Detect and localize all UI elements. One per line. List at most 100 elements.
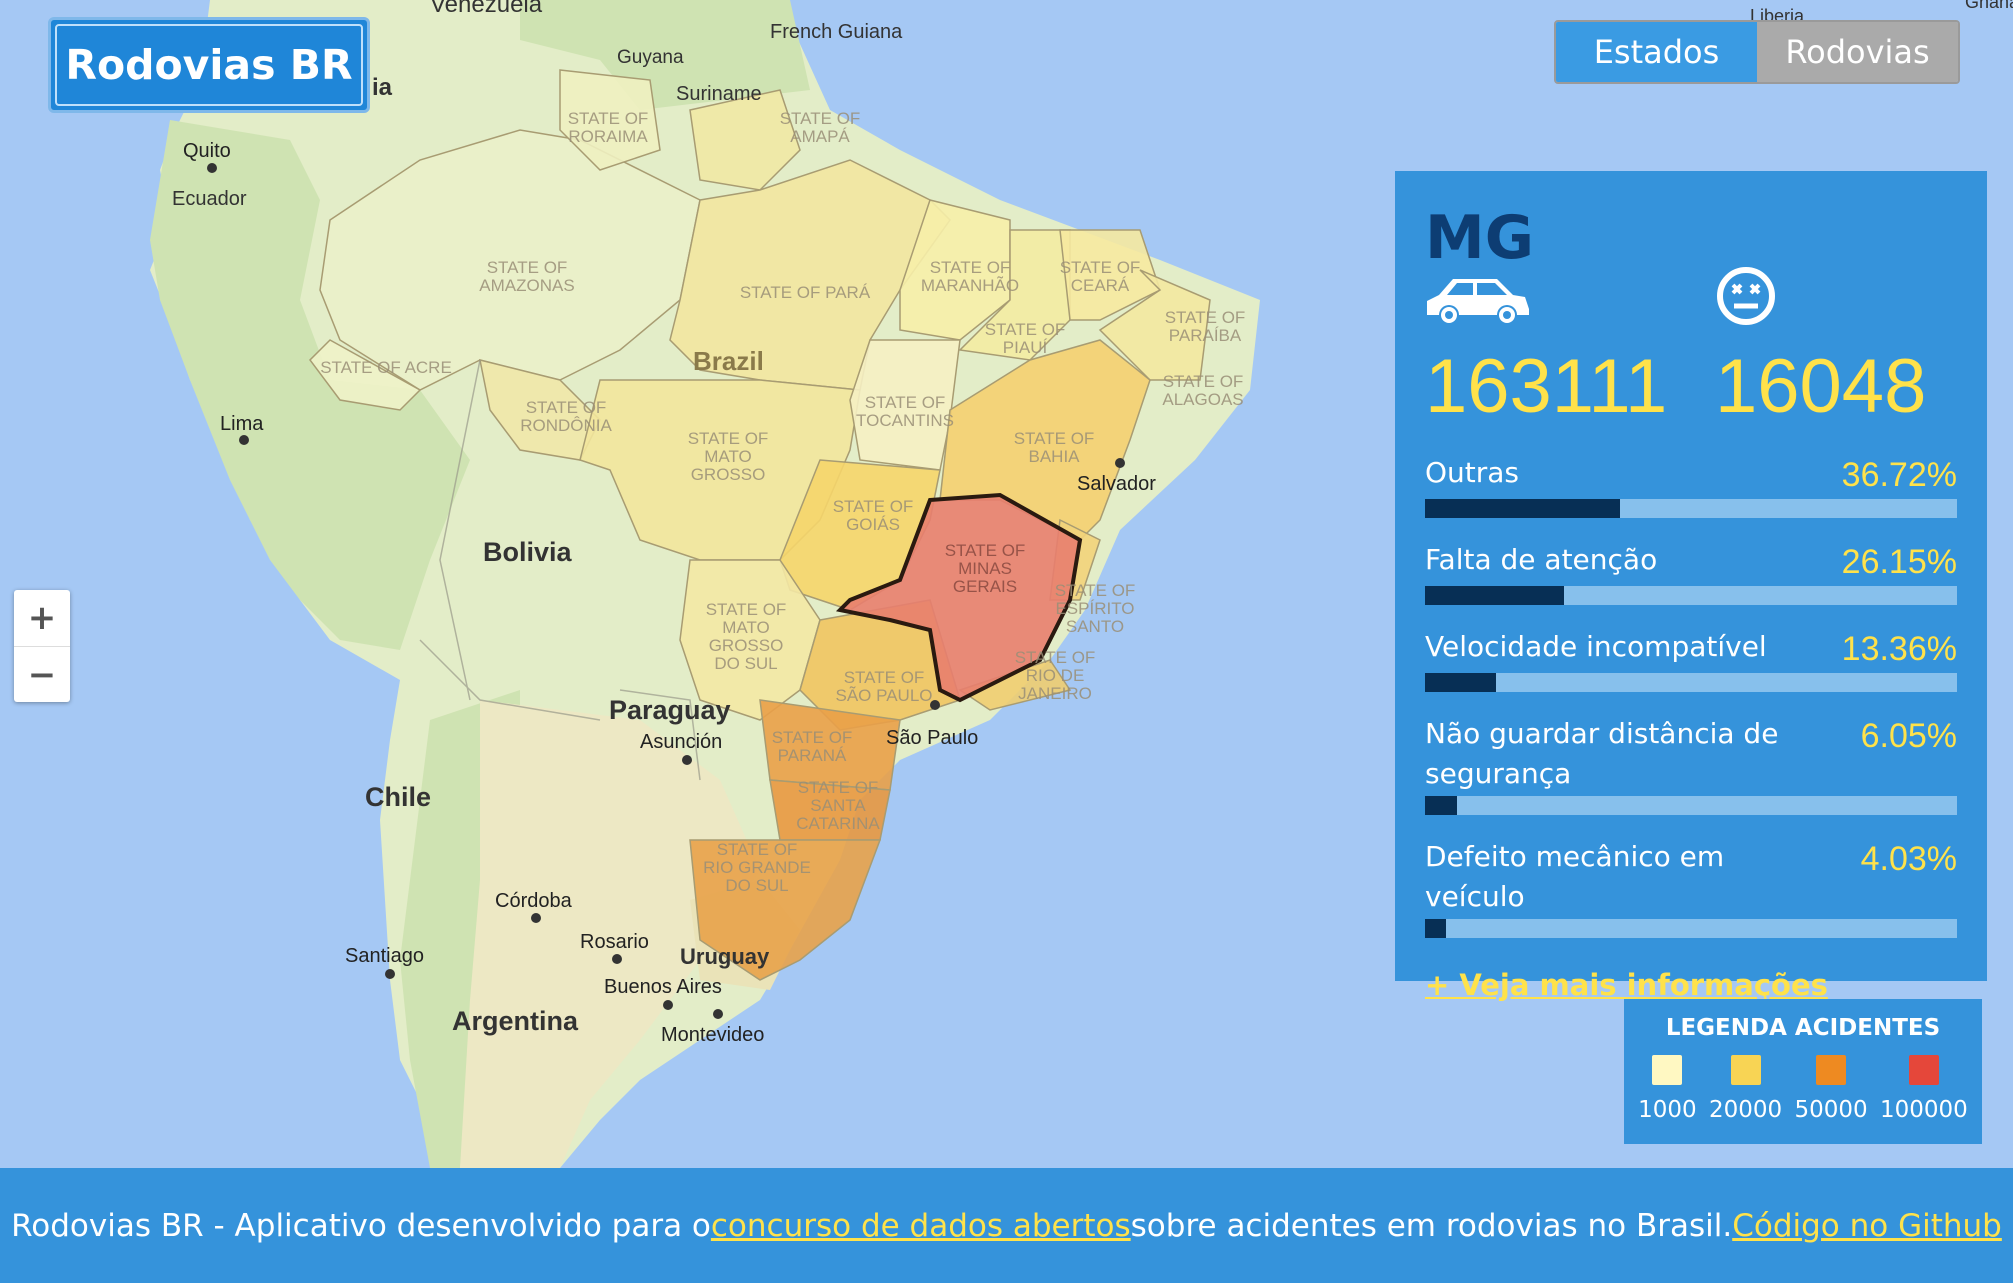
cause-label: Outras	[1425, 456, 1520, 489]
cause-item: Outras 36.72%	[1425, 453, 1957, 518]
cause-bar-fill	[1425, 586, 1565, 605]
city-label: Montevideo	[661, 1024, 764, 1046]
state-label: STATE OF AMAPÁ	[780, 109, 861, 146]
map-label: Bolivia	[483, 537, 573, 567]
legend-swatch	[1652, 1055, 1683, 1085]
footer-text: sobre acidentes em rodovias no Brasil.	[1130, 1207, 1733, 1244]
map-label: Suriname	[676, 83, 762, 105]
map-label: Chile	[365, 782, 431, 812]
legend-item: 1000	[1638, 1055, 1697, 1123]
city-label: São Paulo	[886, 727, 978, 749]
view-toggle: Estados Rodovias	[1554, 20, 1960, 84]
zoom-out-button[interactable]: −	[14, 647, 70, 703]
cause-label: Velocidade incompatível	[1425, 630, 1767, 663]
cause-label: Falta de atenção	[1425, 543, 1658, 576]
legend-swatch	[1908, 1055, 1939, 1085]
map-label: Argentina	[452, 1006, 579, 1036]
map-label: Guyana	[617, 47, 684, 68]
cause-label: Não guardar distância de segurança	[1425, 717, 1779, 790]
cause-item: Defeito mecânico em veículo 4.03%	[1425, 837, 1957, 938]
cause-percent: 26.15%	[1841, 543, 1957, 581]
app-logo-text: Rodovias BR	[55, 24, 363, 106]
tab-estados[interactable]: Estados	[1556, 22, 1757, 82]
city-label: Asunción	[640, 731, 722, 753]
accident-count: 163111	[1425, 344, 1668, 429]
legend-label: 50000	[1794, 1097, 1868, 1123]
state-label: STATE OF PARAÍBA	[1165, 308, 1246, 345]
city-label: Santiago	[345, 945, 424, 967]
city-label: Salvador	[1077, 473, 1156, 495]
cause-percent: 4.03%	[1860, 840, 1957, 878]
cause-item: Velocidade incompatível 13.36%	[1425, 627, 1957, 692]
state-label: STATE OF RONDÔNIA	[520, 398, 612, 435]
legend-item: 100000	[1880, 1055, 1968, 1123]
state-label: STATE OF ESPÍRITO SANTO	[1055, 581, 1136, 636]
legend-label: 20000	[1709, 1097, 1783, 1123]
legend-title: LEGENDA ACIDENTES	[1665, 1015, 1941, 1041]
legend-swatch	[1816, 1055, 1847, 1085]
city-label: Lima	[220, 413, 264, 435]
map-label: French Guiana	[770, 21, 903, 43]
footer-text: Rodovias BR - Aplicativo desenvolvido pa…	[11, 1207, 711, 1244]
map-label: Paraguay	[609, 695, 731, 725]
legend-label: 1000	[1638, 1097, 1697, 1123]
cause-bar	[1425, 796, 1957, 815]
cause-bar	[1425, 919, 1957, 938]
state-code: MG	[1425, 203, 1534, 273]
legend-item: 50000	[1795, 1055, 1868, 1123]
state-label: STATE OF RORAIMA	[568, 109, 649, 146]
stat-icons	[1425, 267, 1957, 343]
map-label: Ghana	[1965, 0, 2013, 12]
cause-item: Falta de atenção 26.15%	[1425, 540, 1957, 605]
zoom-control: + −	[14, 590, 70, 702]
map-label: Ecuador	[172, 188, 247, 210]
cause-percent: 36.72%	[1841, 456, 1957, 494]
cause-bar	[1425, 499, 1957, 518]
cause-bar-fill	[1425, 673, 1497, 692]
city-label: Rosario	[580, 931, 649, 953]
cause-bar	[1425, 586, 1957, 605]
map-label: ia	[372, 74, 393, 101]
state-label: STATE OF TOCANTINS	[856, 393, 954, 430]
state-label: STATE OF ACRE	[320, 358, 452, 377]
accident-legend: LEGENDA ACIDENTES 1000 20000 50000 10000…	[1624, 999, 1982, 1144]
footer: Rodovias BR - Aplicativo desenvolvido pa…	[0, 1168, 2013, 1283]
state-label: STATE OF PARANÁ	[772, 728, 853, 765]
city-label: Buenos Aires	[604, 976, 722, 998]
car-icon	[1427, 279, 1529, 323]
death-count: 16048	[1715, 344, 1927, 429]
legend-swatch	[1730, 1055, 1761, 1085]
state-label: STATE OF MARANHÃO	[921, 258, 1019, 295]
legend-label: 100000	[1879, 1097, 1968, 1123]
cause-bar	[1425, 673, 1957, 692]
github-link[interactable]: Código no Github	[1732, 1208, 2002, 1244]
cause-percent: 6.05%	[1860, 717, 1957, 755]
map-label: Uruguay	[680, 944, 770, 969]
cause-item: Não guardar distância de segurança 6.05%	[1425, 714, 1957, 815]
cause-percent: 13.36%	[1841, 630, 1957, 668]
state-label: STATE OF RIO DE JANEIRO	[1015, 648, 1096, 703]
state-label: STATE OF ALAGOAS	[1162, 372, 1243, 409]
map-label: Brazil	[693, 346, 764, 376]
dead-face-icon	[1717, 267, 1775, 325]
cause-bar-fill	[1425, 919, 1447, 938]
zoom-in-button[interactable]: +	[14, 590, 70, 647]
state-label: STATE OF AMAZONAS	[479, 258, 574, 295]
cause-bar-fill	[1425, 796, 1458, 815]
state-label: STATE OF SÃO PAULO	[836, 668, 933, 705]
stat-numbers: 163111 16048	[1425, 343, 1957, 453]
state-label: STATE OF PARÁ	[740, 283, 871, 302]
map-label: Venezuela	[430, 0, 543, 18]
state-info-panel: MG 163111 16048 Outras 36.72% Falta de a…	[1395, 171, 1987, 1002]
more-info-link[interactable]: + Veja mais informações	[1425, 968, 1828, 1002]
city-label: Córdoba	[495, 890, 573, 912]
contest-link[interactable]: concurso de dados abertos	[711, 1208, 1131, 1244]
cause-label: Defeito mecânico em veículo	[1425, 840, 1725, 913]
tab-rodovias[interactable]: Rodovias	[1757, 22, 1958, 82]
state-label: STATE OF CEARÁ	[1060, 258, 1141, 295]
app-logo[interactable]: Rodovias BR	[48, 17, 370, 113]
cause-bar-fill	[1425, 499, 1621, 518]
state-label: STATE OF MATO GROSSO DO SUL	[706, 600, 787, 673]
legend-item: 20000	[1709, 1055, 1782, 1123]
city-label: Quito	[183, 140, 231, 162]
